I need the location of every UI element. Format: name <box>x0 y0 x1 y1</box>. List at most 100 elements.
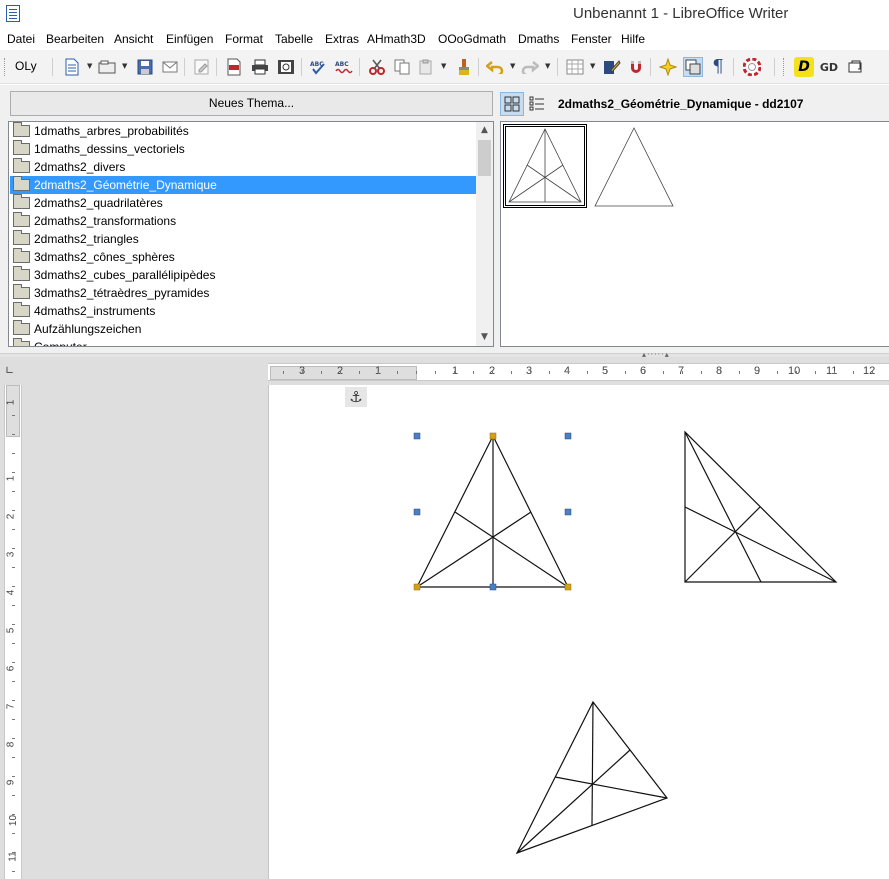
edit-mode-icon[interactable] <box>192 57 212 77</box>
print-icon[interactable] <box>250 57 270 77</box>
show-draw-functions-icon[interactable] <box>602 57 622 77</box>
theme-list-item[interactable]: 1dmaths_arbres_probabilités <box>10 122 476 140</box>
menu-fenster[interactable]: Fenster <box>571 32 612 46</box>
gallery-preview-pane[interactable] <box>500 121 889 347</box>
undo-dropdown-arrow[interactable]: ▼ <box>510 62 515 70</box>
ruler-tick <box>12 472 15 473</box>
gd-toolbox-icon[interactable] <box>846 57 866 77</box>
clone-formatting-icon[interactable] <box>454 57 474 77</box>
theme-list-item[interactable]: 3dmaths2_cubes_parallélipipèdes <box>10 266 476 284</box>
autospellcheck-icon[interactable]: ABC <box>334 57 354 77</box>
paste-icon[interactable] <box>416 57 436 77</box>
ruler-tick <box>492 371 493 374</box>
undo-icon[interactable] <box>485 57 505 77</box>
folder-icon <box>13 338 30 346</box>
ruler-tick <box>12 757 15 758</box>
right-triangle[interactable] <box>684 430 838 583</box>
selected-isosceles-triangle[interactable] <box>416 434 569 588</box>
paste-dropdown-arrow[interactable]: ▼ <box>441 62 446 70</box>
scroll-thumb[interactable] <box>478 140 491 176</box>
scroll-down-arrow[interactable]: ▼ <box>476 329 493 346</box>
toolbar-grip[interactable] <box>4 58 6 76</box>
tab-stop-selector[interactable]: ∟ <box>5 364 14 377</box>
theme-list-item[interactable]: 1dmaths_dessins_vectoriels <box>10 140 476 158</box>
ruler-number: 5 <box>5 627 17 634</box>
ruler-tick <box>12 434 15 435</box>
table-dropdown-arrow[interactable]: ▼ <box>590 62 595 70</box>
table-icon[interactable] <box>565 57 585 77</box>
font-name-box[interactable]: OLy <box>15 59 37 73</box>
folder-icon <box>13 140 30 155</box>
save-icon[interactable] <box>135 57 155 77</box>
open-icon[interactable] <box>97 57 117 77</box>
email-icon[interactable] <box>160 57 180 77</box>
menu-format[interactable]: Format <box>225 32 263 46</box>
spellcheck-icon[interactable]: ABC <box>309 57 329 77</box>
theme-list-item[interactable]: Computer <box>10 338 476 347</box>
theme-list-item[interactable]: 3dmaths2_cônes_sphères <box>10 248 476 266</box>
theme-list[interactable]: Computer Aufzählungszeichen 4dmaths2_instr… <box>8 121 494 347</box>
gallery-toggle-icon[interactable] <box>683 57 703 77</box>
menu-einfuegen[interactable]: Einfügen <box>166 32 213 46</box>
dmaths-d-icon[interactable]: D <box>794 57 814 77</box>
menu-dmaths[interactable]: Dmaths <box>518 32 559 46</box>
redo-icon[interactable] <box>520 57 540 77</box>
scalene-triangle[interactable] <box>515 700 668 855</box>
copy-icon[interactable] <box>392 57 412 77</box>
ruler-tick <box>473 371 474 374</box>
theme-list-item[interactable]: Aufzählungszeichen <box>10 320 476 338</box>
open-dropdown-arrow[interactable]: ▼ <box>122 62 127 70</box>
ruler-tick <box>321 371 322 374</box>
export-pdf-icon[interactable] <box>224 57 244 77</box>
theme-label: Computer <box>34 340 87 347</box>
folder-icon <box>13 230 30 245</box>
theme-list-item[interactable]: 4dmaths2_instruments <box>10 302 476 320</box>
theme-list-scrollbar[interactable]: ▲ ▼ <box>476 122 493 346</box>
menu-extras[interactable]: Extras <box>325 32 359 46</box>
ruler-tick <box>12 548 15 549</box>
menu-tabelle[interactable]: Tabelle <box>275 32 313 46</box>
help-icon[interactable] <box>742 57 762 77</box>
scroll-up-arrow[interactable]: ▲ <box>476 122 493 139</box>
writer-app-icon[interactable] <box>6 5 20 22</box>
menu-ansicht[interactable]: Ansicht <box>114 32 153 46</box>
theme-list-item[interactable]: 2dmaths2_divers <box>10 158 476 176</box>
gallery-thumbnail-selected[interactable] <box>503 124 587 208</box>
gallery-icon[interactable] <box>658 57 678 77</box>
handle-bottom-center <box>489 583 497 591</box>
theme-label: 1dmaths_dessins_vectoriels <box>34 142 185 156</box>
toolbar-grip[interactable] <box>783 58 785 76</box>
theme-list-item[interactable]: 2dmaths2_Géométrie_Dynamique <box>10 176 476 194</box>
navigator-icon[interactable] <box>626 57 646 77</box>
new-document-icon[interactable] <box>62 57 82 77</box>
theme-list-item[interactable]: 2dmaths2_triangles <box>10 230 476 248</box>
folder-icon <box>13 320 30 335</box>
theme-list-item[interactable]: 2dmaths2_transformations <box>10 212 476 230</box>
document-area: ∟ 321123456789101112 11234567891011 ⚓ <box>0 357 889 879</box>
document-page[interactable]: ⚓ <box>268 385 889 879</box>
gallery-panel: Neues Thema... Computer Aufzählungszeiche… <box>0 85 889 359</box>
ruler-tick <box>530 371 531 374</box>
horizontal-ruler[interactable]: 321123456789101112 <box>268 363 889 381</box>
menu-ooogdmath[interactable]: OOoGdmath <box>438 32 506 46</box>
icon-view-button[interactable] <box>500 92 524 116</box>
cut-icon[interactable] <box>367 57 387 77</box>
formatting-marks-icon[interactable]: ¶ <box>708 57 728 77</box>
toolbar-separator <box>184 58 185 76</box>
new-dropdown-arrow[interactable]: ▼ <box>87 62 92 70</box>
detail-view-button[interactable] <box>525 92 549 116</box>
new-theme-button[interactable]: Neues Thema... <box>10 91 493 116</box>
toolbar-separator <box>216 58 217 76</box>
gd-icon[interactable]: GD <box>819 57 839 77</box>
menu-bearbeiten[interactable]: Bearbeiten <box>46 32 104 46</box>
menu-hilfe[interactable]: Hilfe <box>621 32 645 46</box>
vertical-ruler[interactable]: 1 1 2 3 4 5 6 7 8 9 10 11 <box>4 385 22 879</box>
redo-dropdown-arrow[interactable]: ▼ <box>545 62 550 70</box>
theme-list-item[interactable]: 2dmaths2_quadrilatères <box>10 194 476 212</box>
menu-datei[interactable]: Datei <box>7 32 35 46</box>
menu-ahmath3d[interactable]: AHmath3D <box>367 32 426 46</box>
ruler-tick <box>872 371 873 374</box>
theme-list-item[interactable]: 3dmaths2_tétraèdres_pyramides <box>10 284 476 302</box>
print-preview-icon[interactable] <box>276 57 296 77</box>
gallery-thumbnail-triangle[interactable] <box>593 124 675 208</box>
